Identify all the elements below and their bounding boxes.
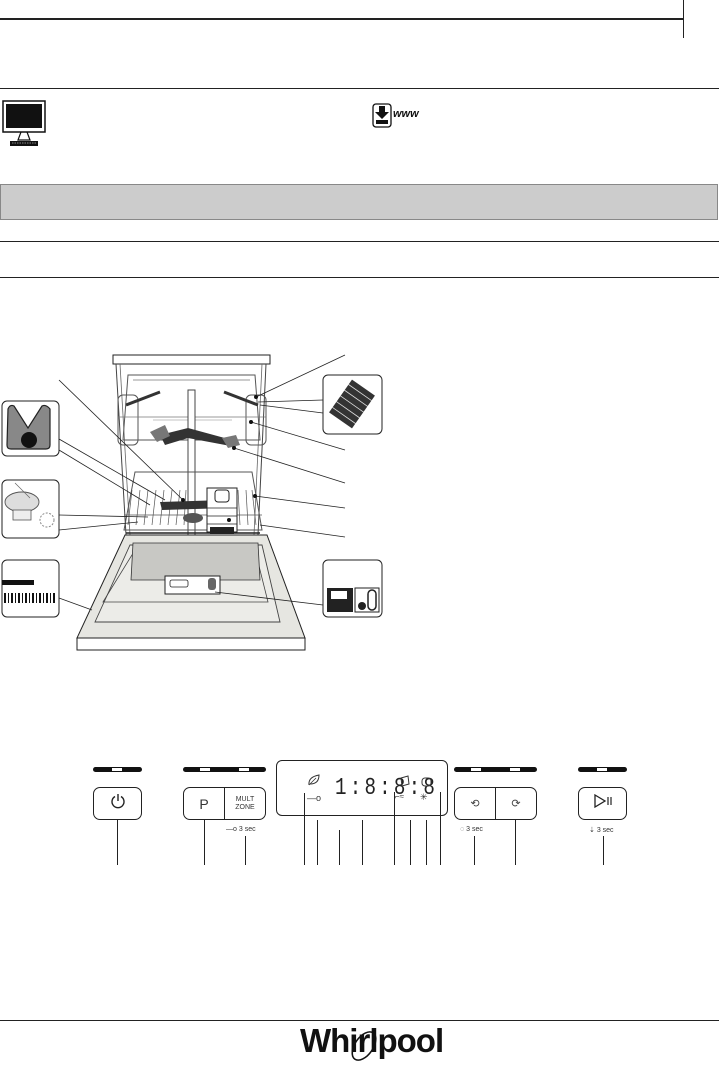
- options-led-bar: [454, 767, 537, 772]
- download-icon: www: [372, 103, 434, 128]
- rinse-aid-icon: [399, 774, 411, 792]
- section-divider: [0, 88, 719, 89]
- www-label: www: [393, 108, 420, 120]
- display-leader: [426, 820, 427, 865]
- power-leader: [117, 820, 118, 865]
- section-divider: [0, 241, 719, 242]
- sanitize-icon: ✳: [420, 792, 428, 802]
- header-rule: [0, 18, 683, 20]
- delay-icon: ⟲: [470, 798, 480, 810]
- display-leader: [317, 820, 318, 865]
- delay-hint-icon: ◌: [460, 826, 465, 833]
- eco-leaf-icon: [307, 773, 321, 791]
- tap-icon: ⌐≈: [395, 792, 405, 801]
- multizone-button[interactable]: MULT ZONE: [224, 787, 266, 820]
- display-leader: [394, 792, 395, 865]
- multizone-leader: [245, 836, 246, 865]
- program-label: P: [199, 795, 209, 812]
- display-panel: —o 1:8:8:8 ⌐≈ ✳: [276, 760, 448, 816]
- program-leader: [204, 820, 205, 865]
- power-icon: [110, 793, 126, 814]
- start-pause-hint: ⇣ 3 sec: [589, 827, 614, 834]
- monitor-icon: [2, 100, 46, 146]
- key-lock-icon: —o: [226, 826, 237, 833]
- multizone-label-line2: ZONE: [235, 803, 255, 811]
- display-leader: [304, 793, 305, 865]
- display-leader: [362, 820, 363, 865]
- control-panel: P MULT ZONE —o 3 sec —o 1:8:8:8 ⌐≈ ✳ ⟲ ⟳…: [0, 760, 719, 870]
- option-icon: ⟳: [511, 798, 521, 810]
- start-pause-button[interactable]: [578, 787, 627, 820]
- option-button[interactable]: ⟳: [495, 787, 537, 820]
- section-heading-band: [0, 184, 718, 220]
- start-hint-icon: ⇣: [589, 827, 595, 834]
- delay-leader: [474, 836, 475, 865]
- delay-hint: ◌ 3 sec: [460, 826, 483, 833]
- power-led-bar: [93, 767, 142, 772]
- key-lock-indicator-icon: —o: [307, 793, 322, 803]
- program-led-bar: [183, 767, 266, 772]
- header-rule-tick: [683, 0, 684, 38]
- display-leader: [440, 792, 441, 865]
- option-leader: [515, 820, 516, 865]
- power-button[interactable]: [93, 787, 142, 820]
- program-button[interactable]: P: [183, 787, 225, 820]
- delay-button[interactable]: ⟲: [454, 787, 496, 820]
- salt-icon: [421, 774, 433, 792]
- start-leader: [603, 836, 604, 865]
- display-leader: [410, 820, 411, 865]
- section-divider: [0, 277, 719, 278]
- dishwasher-diagram: [0, 340, 400, 660]
- display-leader: [339, 830, 340, 865]
- brand-logo-swoosh: [350, 1028, 380, 1071]
- play-pause-icon: [593, 793, 613, 813]
- key-lock-hint: —o 3 sec: [226, 826, 256, 833]
- footer-rule: [0, 1020, 719, 1021]
- start-led-bar: [578, 767, 627, 772]
- multizone-label-line1: MULT: [235, 795, 255, 803]
